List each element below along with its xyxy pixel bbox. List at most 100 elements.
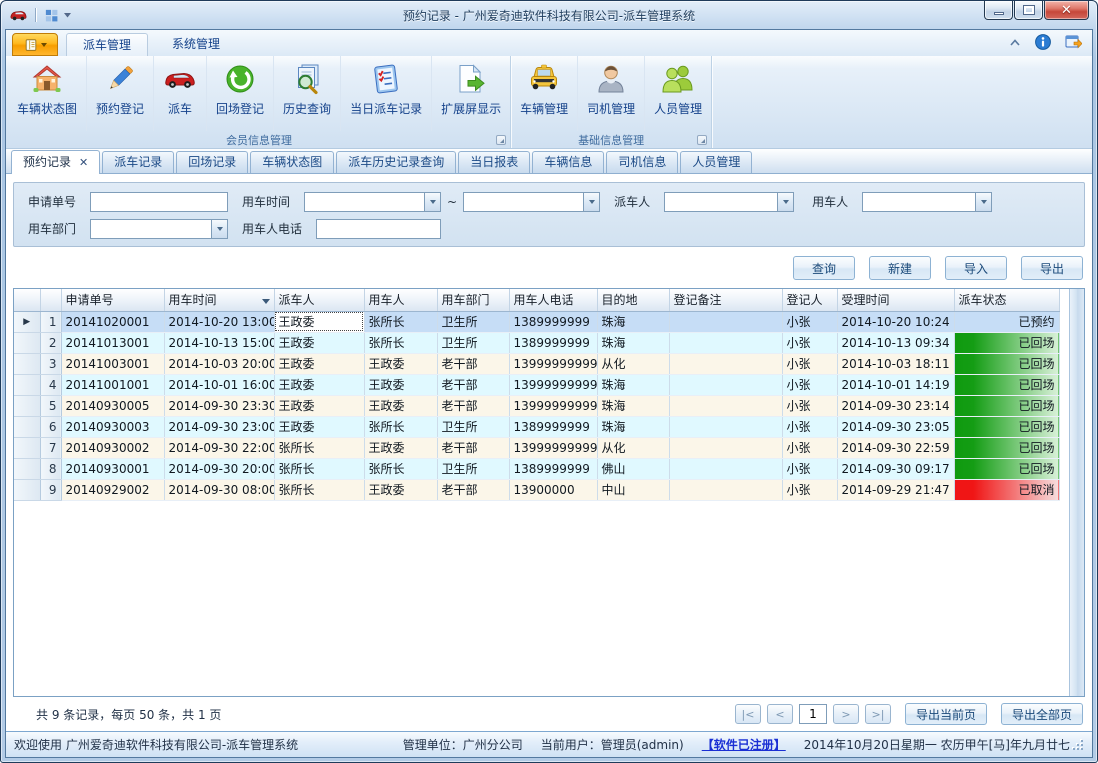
dispatcher-combo[interactable] xyxy=(664,192,794,212)
grid-cell[interactable]: 小张 xyxy=(782,416,837,437)
grid-cell[interactable]: 王政委 xyxy=(274,374,364,395)
row-number[interactable]: 9 xyxy=(40,479,61,500)
header-department[interactable]: 用车部门 xyxy=(437,289,509,311)
grid-cell[interactable] xyxy=(669,458,782,479)
doc-tab-dispatch-records[interactable]: 派车记录 xyxy=(102,151,174,173)
grid-cell[interactable]: 2014-10-20 13:00 xyxy=(164,311,274,332)
row-indicator[interactable] xyxy=(14,374,40,395)
grid-cell[interactable]: 13999999999 xyxy=(509,353,597,374)
grid-cell[interactable] xyxy=(669,332,782,353)
phone-input[interactable] xyxy=(316,219,441,239)
reservation-register-button[interactable]: 预约登记 xyxy=(87,56,154,131)
grid-cell[interactable] xyxy=(669,437,782,458)
grid-cell[interactable]: 1389999999 xyxy=(509,332,597,353)
grid-cell[interactable]: 珠海 xyxy=(597,374,669,395)
first-page-button[interactable]: |< xyxy=(735,704,761,724)
grid-cell[interactable]: 13900000 xyxy=(509,479,597,500)
new-button[interactable]: 新建 xyxy=(869,256,931,280)
grid-cell[interactable]: 从化 xyxy=(597,437,669,458)
grid-cell[interactable]: 珠海 xyxy=(597,395,669,416)
ribbon-tab-dispatch[interactable]: 派车管理 xyxy=(66,33,148,56)
query-button[interactable]: 查询 xyxy=(793,256,855,280)
grid-cell[interactable]: 已取消 xyxy=(954,479,1059,500)
grid-cell[interactable]: 1389999999 xyxy=(509,416,597,437)
grid-cell[interactable] xyxy=(669,395,782,416)
doc-tab-history-query[interactable]: 派车历史记录查询 xyxy=(336,151,456,173)
driver-manage-button[interactable]: 司机管理 xyxy=(578,56,645,131)
grid-cell[interactable]: 张所长 xyxy=(274,437,364,458)
grid-cell[interactable]: 2014-09-30 23:05 xyxy=(837,416,954,437)
grid-cell[interactable]: 卫生所 xyxy=(437,332,509,353)
history-query-button[interactable]: 历史查询 xyxy=(274,56,341,131)
grid-cell[interactable] xyxy=(669,416,782,437)
doc-tab-reservation-records[interactable]: 预约记录✕ xyxy=(11,150,100,174)
grid-cell[interactable]: 2014-09-30 22:00 xyxy=(164,437,274,458)
grid-cell[interactable]: 小张 xyxy=(782,353,837,374)
header-destination[interactable]: 目的地 xyxy=(597,289,669,311)
vertical-scrollbar[interactable] xyxy=(1069,289,1084,696)
vehicle-status-map-button[interactable]: 车辆状态图 xyxy=(8,56,87,131)
grid-cell[interactable]: 20141003001 xyxy=(61,353,164,374)
last-page-button[interactable]: >| xyxy=(865,704,891,724)
header-remark[interactable]: 登记备注 xyxy=(669,289,782,311)
grid-cell[interactable]: 已回场 xyxy=(954,458,1059,479)
grid-cell[interactable]: 2014-10-03 18:11 xyxy=(837,353,954,374)
grid-cell[interactable] xyxy=(669,374,782,395)
grid-cell[interactable]: 2014-10-01 14:19 xyxy=(837,374,954,395)
personnel-manage-button[interactable]: 人员管理 xyxy=(645,56,711,131)
use-time-from-combo[interactable] xyxy=(304,192,441,212)
header-status[interactable]: 派车状态 xyxy=(954,289,1059,311)
grid-cell[interactable]: 珠海 xyxy=(597,332,669,353)
grid-cell[interactable]: 张所长 xyxy=(364,332,437,353)
grid-cell[interactable]: 20140930001 xyxy=(61,458,164,479)
prev-page-button[interactable]: < xyxy=(767,704,793,724)
grid-cell[interactable]: 20140930003 xyxy=(61,416,164,437)
grid-cell[interactable]: 2014-09-30 08:00 xyxy=(164,479,274,500)
grid-cell[interactable]: 已回场 xyxy=(954,395,1059,416)
grid-cell[interactable]: 20141001001 xyxy=(61,374,164,395)
row-number[interactable]: 5 xyxy=(40,395,61,416)
row-indicator[interactable] xyxy=(14,458,40,479)
grid-cell[interactable]: 2014-10-01 16:00 xyxy=(164,374,274,395)
grid-cell[interactable]: 卫生所 xyxy=(437,416,509,437)
grid-cell[interactable]: 王政委 xyxy=(274,416,364,437)
import-button[interactable]: 导入 xyxy=(945,256,1007,280)
dialog-launcher-icon[interactable] xyxy=(496,135,506,145)
grid-cell[interactable]: 老干部 xyxy=(437,479,509,500)
header-phone[interactable]: 用车人电话 xyxy=(509,289,597,311)
grid-cell[interactable] xyxy=(669,311,782,332)
grid-cell[interactable] xyxy=(669,353,782,374)
grid-cell[interactable]: 中山 xyxy=(597,479,669,500)
grid-cell[interactable]: 20140930002 xyxy=(61,437,164,458)
dialog-launcher-icon[interactable] xyxy=(697,135,707,145)
chevron-down-icon[interactable] xyxy=(975,192,992,212)
grid-cell[interactable]: 13999999999 xyxy=(509,437,597,458)
header-accept-time[interactable]: 受理时间 xyxy=(837,289,954,311)
maximize-button[interactable] xyxy=(1014,1,1043,20)
grid-cell[interactable]: 珠海 xyxy=(597,416,669,437)
row-number[interactable]: 7 xyxy=(40,437,61,458)
collapse-ribbon-icon[interactable] xyxy=(1009,38,1021,46)
grid-cell[interactable]: 张所长 xyxy=(364,458,437,479)
row-number[interactable]: 6 xyxy=(40,416,61,437)
grid-cell[interactable]: 王政委 xyxy=(364,479,437,500)
grid-cell[interactable]: 卫生所 xyxy=(437,311,509,332)
row-number[interactable]: 4 xyxy=(40,374,61,395)
grid-cell[interactable]: 王政委 xyxy=(274,395,364,416)
grid-cell[interactable]: 老干部 xyxy=(437,353,509,374)
grid-cell[interactable]: 1389999999 xyxy=(509,458,597,479)
today-dispatch-records-button[interactable]: 当日派车记录 xyxy=(341,56,432,131)
close-tab-icon[interactable]: ✕ xyxy=(79,156,88,169)
grid-cell[interactable]: 王政委 xyxy=(274,353,364,374)
grid-cell[interactable]: 王政委 xyxy=(364,395,437,416)
grid-cell[interactable]: 1389999999 xyxy=(509,311,597,332)
row-number[interactable]: 2 xyxy=(40,332,61,353)
row-number[interactable]: 3 xyxy=(40,353,61,374)
doc-tab-driver-info[interactable]: 司机信息 xyxy=(606,151,678,173)
request-no-input[interactable] xyxy=(90,192,228,212)
chevron-down-icon[interactable] xyxy=(211,219,228,239)
grid-cell[interactable]: 从化 xyxy=(597,353,669,374)
ribbon-tab-system[interactable]: 系统管理 xyxy=(156,33,236,56)
export-current-page-button[interactable]: 导出当前页 xyxy=(905,703,987,725)
grid-cell[interactable]: 老干部 xyxy=(437,395,509,416)
